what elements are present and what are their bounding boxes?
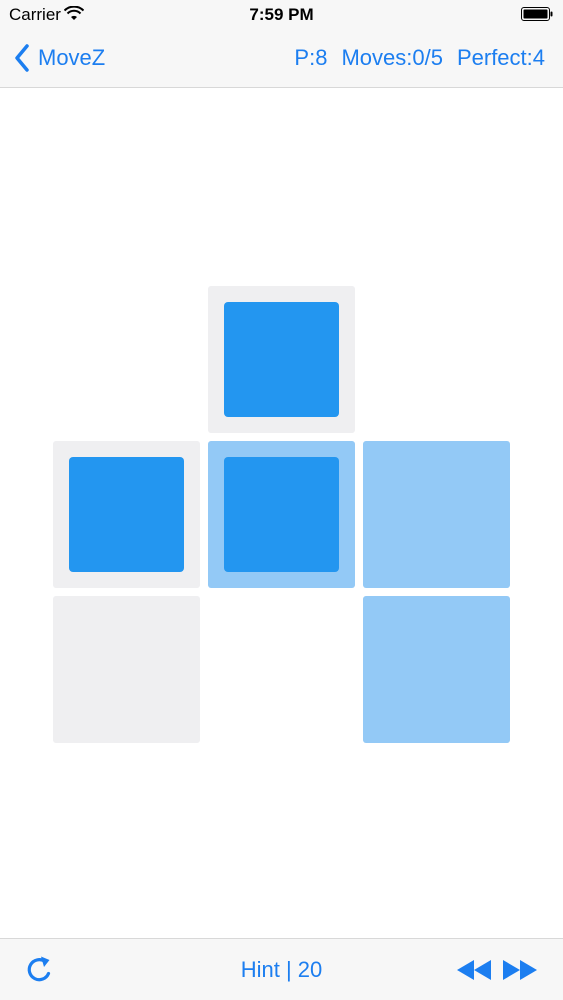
movable-block[interactable] [224,457,339,572]
hint-label: Hint [240,957,280,982]
nav-bar: MoveZ P:8 Moves:0/5 Perfect:4 [0,30,563,88]
game-stats: P:8 Moves:0/5 Perfect:4 [294,45,545,71]
target-cell[interactable] [53,441,200,588]
rewind-icon[interactable] [456,959,492,981]
fast-forward-icon[interactable] [502,959,538,981]
highlighted-cell[interactable] [363,596,510,743]
battery-icon [521,7,553,21]
target-cell[interactable] [208,286,355,433]
hint-count: 20 [297,957,323,982]
points-label: P:8 [294,45,328,70]
chevron-left-icon [15,44,29,72]
perfect-label: Perfect:4 [456,45,545,70]
highlighted-cell[interactable] [208,441,355,588]
movable-block[interactable] [69,457,184,572]
screen: Carrier 7:59 PM MoveZ P:8 Moves:0/5 Perf… [0,0,563,1000]
back-button[interactable]: MoveZ [14,42,105,74]
target-cell[interactable] [53,596,200,743]
highlighted-cell[interactable] [363,441,510,588]
game-board [0,88,563,938]
back-label: MoveZ [38,45,106,70]
hint-separator: | [285,957,292,982]
status-time: 7:59 PM [249,5,314,24]
bottom-toolbar: Hint | 20 [0,938,563,1000]
moves-label: Moves:0/5 [341,45,443,70]
movable-block[interactable] [224,302,339,417]
status-bar: Carrier 7:59 PM [0,0,563,30]
